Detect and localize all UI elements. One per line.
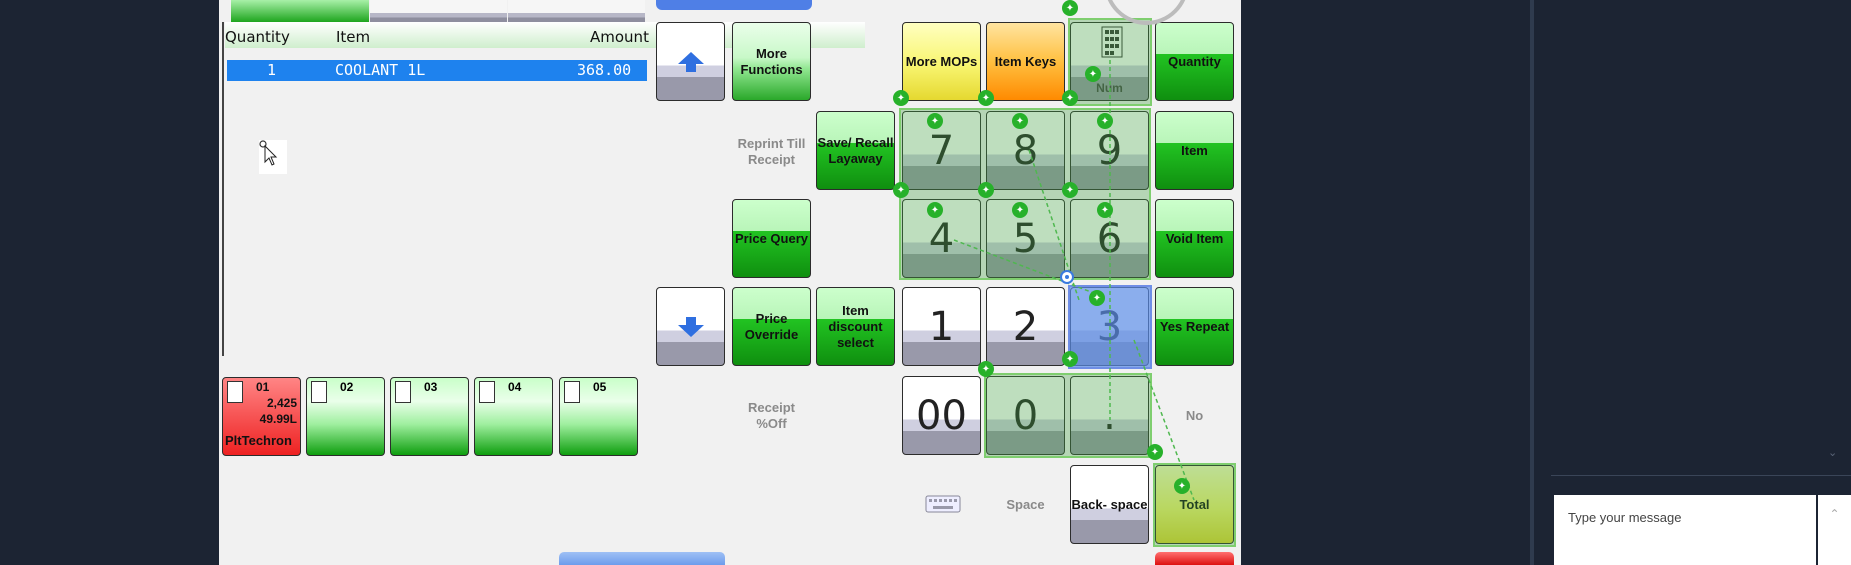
panel-divider	[1530, 0, 1534, 565]
pin-icon[interactable]: ✦	[1062, 182, 1078, 198]
chat-message-input[interactable]: Type your message	[1554, 495, 1816, 565]
pump-03[interactable]: 03	[390, 377, 469, 456]
pump-01-volume: 2,425	[266, 396, 297, 410]
pin-icon[interactable]: ✦	[1147, 444, 1163, 460]
fuel-pump-icon	[395, 381, 411, 403]
pin-icon[interactable]: ✦	[927, 202, 943, 218]
pin-icon[interactable]: ✦	[1174, 478, 1190, 494]
pump-04-id: 04	[508, 380, 522, 394]
pin-icon[interactable]: ✦	[893, 182, 909, 198]
chevron-down-icon[interactable]: ⌄	[1828, 446, 1848, 460]
fuel-pump-icon	[564, 381, 580, 403]
pump-01-price: 49.99L	[259, 412, 297, 426]
fuel-pump-icon	[311, 381, 327, 403]
pin-icon[interactable]: ✦	[978, 361, 994, 377]
pump-05[interactable]: 05	[559, 377, 638, 456]
fuel-pump-icon	[227, 381, 243, 403]
pin-icon[interactable]: ✦	[1062, 0, 1078, 16]
chevron-up-icon[interactable]: ⌃	[1818, 495, 1851, 565]
pin-icon[interactable]: ✦	[1089, 290, 1105, 306]
pin-icon[interactable]: ✦	[1012, 202, 1028, 218]
pump-04[interactable]: 04	[474, 377, 553, 456]
pin-icon[interactable]: ✦	[1012, 113, 1028, 129]
pin-icon[interactable]: ✦	[1097, 202, 1113, 218]
pump-05-id: 05	[593, 380, 607, 394]
pin-icon[interactable]: ✦	[978, 182, 994, 198]
connector-lines	[953, 60, 1195, 501]
pin-icon[interactable]: ✦	[1097, 113, 1113, 129]
pump-01-product: PltTechron	[225, 433, 292, 448]
pump-01[interactable]: 01 2,425 49.99L PltTechron	[222, 377, 301, 456]
pump-01-id: 01	[256, 380, 270, 394]
pin-icon[interactable]: ✦	[1085, 66, 1101, 82]
pos-window: Quantity Item Amount 1 COOLANT 1L 368.00…	[219, 0, 1241, 565]
pin-icon[interactable]: ✦	[927, 113, 943, 129]
pump-03-id: 03	[424, 380, 438, 394]
pin-icon[interactable]: ✦	[1062, 351, 1078, 367]
pump-02[interactable]: 02	[306, 377, 385, 456]
pump-02-id: 02	[340, 380, 354, 394]
fuel-pump-icon	[479, 381, 495, 403]
pin-icon[interactable]: ✦	[1062, 90, 1078, 106]
pin-icon[interactable]: ✦	[893, 90, 909, 106]
pin-icon[interactable]: ✦	[978, 90, 994, 106]
